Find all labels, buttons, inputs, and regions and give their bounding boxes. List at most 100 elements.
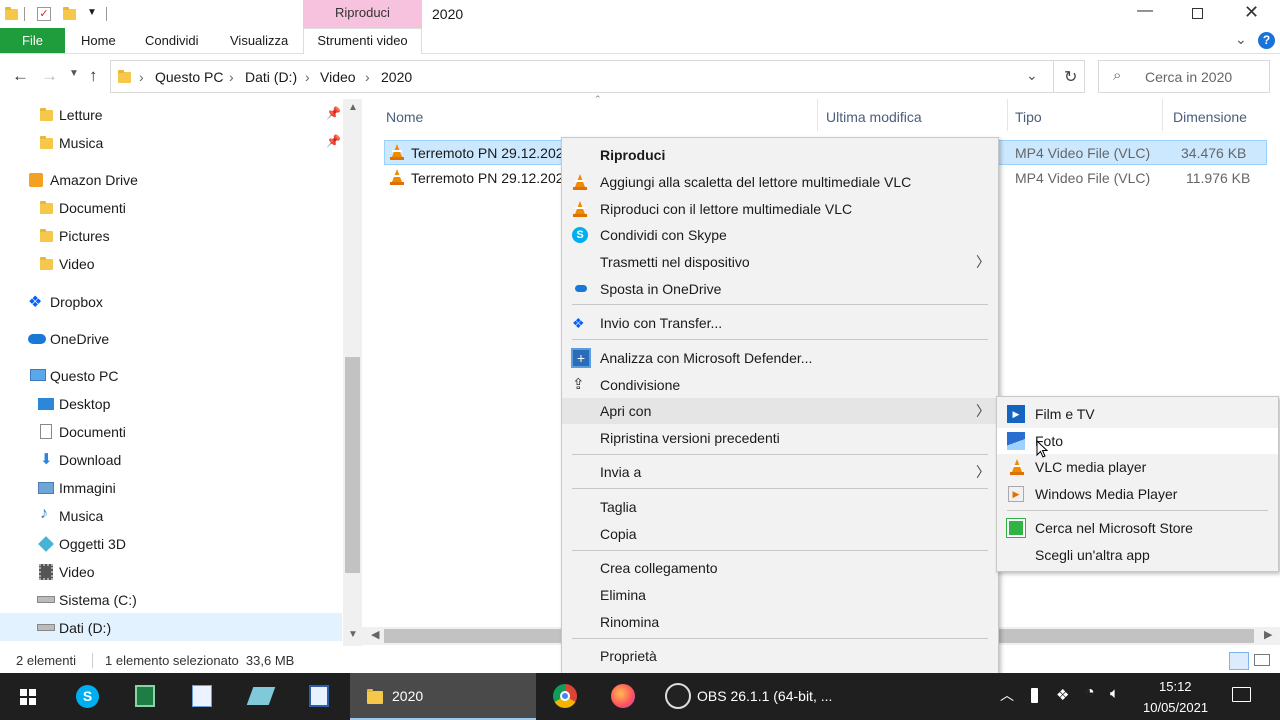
submenu-item-film-tv[interactable]: ▶ Film e TV: [997, 401, 1278, 427]
menu-item-ripristina-versioni[interactable]: Ripristina versioni precedenti: [562, 425, 998, 451]
menu-item-taglia[interactable]: Taglia: [562, 494, 998, 520]
nav-item-documenti[interactable]: Documenti: [59, 200, 126, 216]
nav-item-letture[interactable]: Letture: [59, 107, 103, 123]
menu-item-riproduci[interactable]: Riproduci: [562, 142, 998, 168]
file-type: MP4 Video File (VLC): [1015, 170, 1151, 186]
firefox-icon[interactable]: [611, 684, 635, 708]
close-button[interactable]: ✕: [1244, 2, 1259, 23]
file-name: Terremoto PN 29.12.2020: [411, 145, 572, 161]
scroll-down-icon[interactable]: ▼: [348, 629, 358, 640]
breadcrumb-questo-pc[interactable]: Questo PC: [155, 69, 223, 85]
nav-item-pictures[interactable]: Pictures: [59, 228, 110, 244]
nav-item-questo-pc[interactable]: Questo PC: [50, 368, 118, 384]
nav-item-download[interactable]: Download: [59, 452, 121, 468]
menu-item-riproduci-vlc[interactable]: Riproduci con il lettore multimediale VL…: [562, 196, 998, 222]
tab-condividi[interactable]: Condividi: [145, 33, 198, 48]
clock-time[interactable]: 15:12: [1159, 679, 1192, 694]
menu-item-rinomina[interactable]: Rinomina: [562, 609, 998, 635]
properties-check-icon[interactable]: ✓: [37, 7, 51, 21]
clock-date[interactable]: 10/05/2021: [1143, 700, 1208, 715]
tab-visualizza[interactable]: Visualizza: [230, 33, 288, 48]
skype-icon[interactable]: S: [76, 685, 99, 708]
taskbar-explorer[interactable]: 2020: [350, 673, 536, 720]
menu-item-copia[interactable]: Copia: [562, 521, 998, 547]
menu-item-crea-collegamento[interactable]: Crea collegamento: [562, 555, 998, 581]
nav-item-oggetti-3d[interactable]: Oggetti 3D: [59, 536, 126, 552]
pin-icon[interactable]: 📌: [326, 134, 341, 148]
scroll-up-icon[interactable]: ▲: [348, 102, 358, 113]
nav-item-desktop[interactable]: Desktop: [59, 396, 110, 412]
tab-strumenti-video[interactable]: Strumenti video: [303, 28, 422, 54]
submenu-item-wmp[interactable]: ▶ Windows Media Player: [997, 481, 1278, 507]
maximize-button[interactable]: [1192, 8, 1203, 19]
windows-media-player-icon: ▶: [1008, 486, 1024, 502]
notification-icon[interactable]: [1232, 687, 1251, 702]
dropbox-tray-icon[interactable]: ❖: [1056, 686, 1069, 704]
menu-item-aggiungi-scaletta-vlc[interactable]: Aggiungi alla scaletta del lettore multi…: [562, 169, 998, 195]
volume-icon[interactable]: 🔈︎: [1110, 685, 1119, 702]
eraser-app-icon[interactable]: [246, 687, 276, 705]
nav-item-video[interactable]: Video: [59, 256, 95, 272]
notepad-icon[interactable]: [192, 685, 212, 707]
column-header-name[interactable]: Nome: [386, 109, 423, 125]
nav-item-video-pc[interactable]: Video: [59, 564, 95, 580]
column-header-type[interactable]: Tipo: [1015, 109, 1042, 125]
pin-icon[interactable]: 📌: [326, 106, 341, 120]
column-header-size[interactable]: Dimensione: [1173, 109, 1247, 125]
menu-item-trasmetti[interactable]: Trasmetti nel dispositivo 〉: [562, 249, 998, 275]
chevron-down-icon[interactable]: ⌄: [1235, 31, 1247, 48]
tray-chevron-icon[interactable]: ︿: [1000, 685, 1014, 705]
breadcrumb-dati[interactable]: Dati (D:): [245, 69, 297, 85]
address-bar[interactable]: › Questo PC › Dati (D:) › Video › 2020 ⌄: [110, 60, 1085, 93]
search-box[interactable]: ⌕ Cerca in 2020: [1098, 60, 1270, 93]
taskbar-obs[interactable]: OBS 26.1.1 (64-bit, ...: [655, 673, 843, 720]
menu-item-condivisione[interactable]: ⇪ Condivisione: [562, 372, 998, 398]
breadcrumb-video[interactable]: Video: [320, 69, 356, 85]
menu-item-invio-transfer[interactable]: ❖ Invio con Transfer...: [562, 310, 998, 336]
large-icons-view-icon[interactable]: [1254, 654, 1270, 666]
tab-home[interactable]: Home: [81, 33, 116, 48]
address-dropdown-icon[interactable]: ⌄: [1026, 67, 1038, 84]
refresh-icon[interactable]: ↻: [1064, 67, 1077, 87]
nav-item-musica[interactable]: Musica: [59, 135, 103, 151]
submenu-item-store[interactable]: Cerca nel Microsoft Store: [997, 515, 1278, 541]
menu-item-sposta-onedrive[interactable]: Sposta in OneDrive: [562, 276, 998, 302]
help-icon[interactable]: ?: [1258, 32, 1275, 49]
nav-item-immagini[interactable]: Immagini: [59, 480, 116, 496]
menu-item-apri-con[interactable]: Apri con 〉: [562, 398, 998, 424]
menu-item-condividi-skype[interactable]: S Condividi con Skype: [562, 222, 998, 248]
menu-item-invia-a[interactable]: Invia a 〉: [562, 459, 998, 485]
menu-item-proprieta[interactable]: Proprietà: [562, 643, 998, 669]
column-header-modified[interactable]: Ultima modifica: [826, 109, 922, 125]
nav-item-dati-d[interactable]: Dati (D:): [59, 620, 111, 636]
scroll-right-icon[interactable]: ▶: [1264, 628, 1272, 641]
submenu-item-altra-app[interactable]: Scegli un'altra app: [997, 542, 1278, 568]
word-icon[interactable]: [309, 685, 329, 707]
usb-device-icon[interactable]: [1031, 688, 1038, 703]
menu-item-elimina[interactable]: Elimina: [562, 582, 998, 608]
up-arrow-icon[interactable]: ↑: [89, 66, 98, 86]
new-folder-icon[interactable]: [63, 7, 76, 20]
minimize-button[interactable]: —: [1137, 2, 1153, 20]
nav-item-dropbox[interactable]: Dropbox: [50, 294, 103, 310]
dropbox-icon: ❖: [572, 315, 585, 331]
details-view-icon[interactable]: [1229, 652, 1249, 670]
nav-item-sistema-c[interactable]: Sistema (C:): [59, 592, 137, 608]
windows-start-icon[interactable]: [20, 689, 36, 705]
breadcrumb-2020[interactable]: 2020: [381, 69, 412, 85]
nav-item-onedrive[interactable]: OneDrive: [50, 331, 109, 347]
nav-item-documenti-pc[interactable]: Documenti: [59, 424, 126, 440]
wifi-icon[interactable]: ◔: [1085, 684, 1095, 702]
tab-file[interactable]: File: [0, 28, 65, 53]
nav-item-amazon-drive[interactable]: Amazon Drive: [50, 172, 138, 188]
back-arrow-icon[interactable]: ←: [12, 66, 29, 86]
menu-item-defender[interactable]: + Analizza con Microsoft Defender...: [562, 345, 998, 371]
forward-arrow-icon[interactable]: →: [41, 66, 58, 86]
excel-icon[interactable]: [135, 685, 155, 707]
nav-item-musica-pc[interactable]: Musica: [59, 508, 103, 524]
scroll-thumb[interactable]: [345, 357, 360, 573]
customize-toolbar-icon[interactable]: ▼: [87, 7, 97, 18]
nav-scrollbar[interactable]: ▲ ▼: [343, 99, 362, 646]
scroll-left-icon[interactable]: ◀: [371, 628, 379, 641]
recent-chevron-icon[interactable]: ▼: [69, 68, 79, 79]
